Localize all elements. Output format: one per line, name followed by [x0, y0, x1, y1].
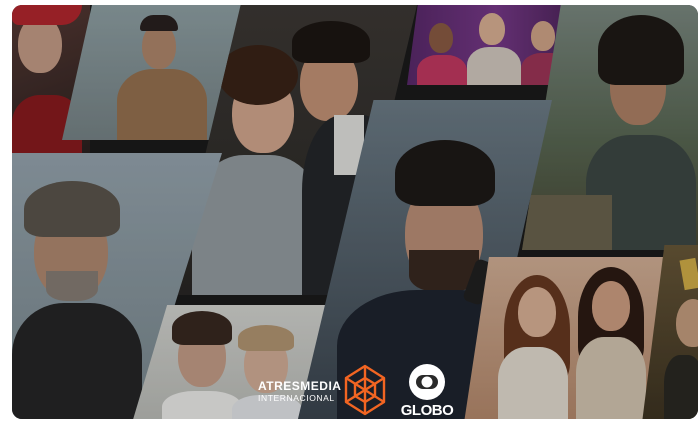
globo-sphere-icon: [409, 364, 445, 400]
globo-logo-text: GLOBO: [400, 402, 454, 419]
atresmedia-star-icon: [344, 364, 386, 416]
collage-tile-9: [464, 257, 672, 419]
atresmedia-logo-line2: INTERNACIONAL: [258, 393, 335, 403]
atresmedia-logo-line1: ATRESMEDIA: [258, 379, 342, 393]
atresmedia-logo: ATRESMEDIA INTERNACIONAL: [258, 380, 341, 404]
partner-logos: ATRESMEDIA INTERNACIONAL GLOBO: [252, 360, 472, 419]
drama-collage: [12, 5, 698, 419]
promo-banner[interactable]: ATRESMEDIA INTERNACIONAL GLOBO: [12, 5, 698, 419]
